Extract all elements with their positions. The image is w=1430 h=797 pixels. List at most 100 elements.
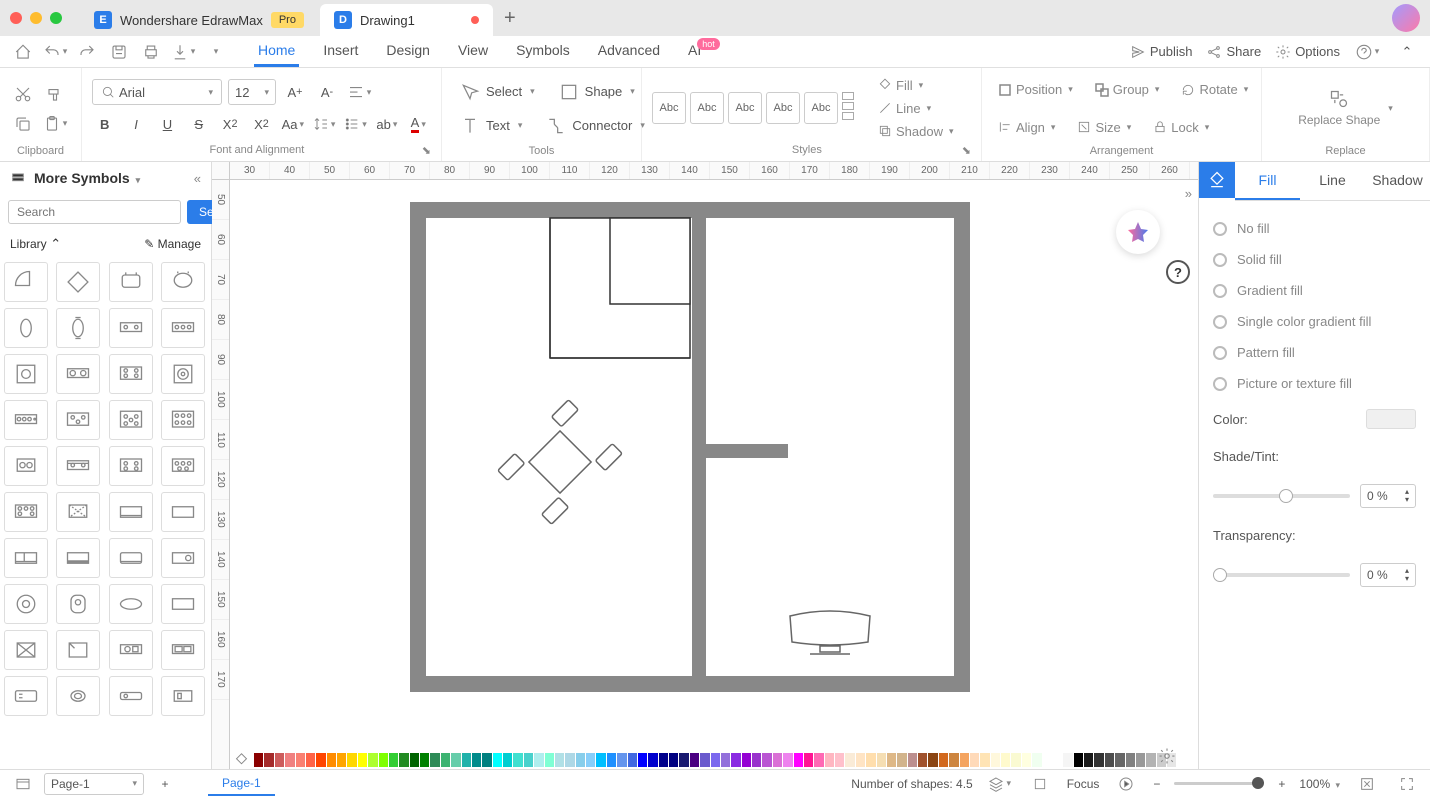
transparency-slider[interactable] (1213, 573, 1350, 577)
group-button[interactable]: Group▾ (1089, 80, 1166, 99)
color-chip[interactable] (358, 753, 367, 767)
align-button[interactable]: Align▾ (992, 118, 1061, 137)
color-chip[interactable] (949, 753, 958, 767)
canvas-help-icon[interactable]: ? (1166, 260, 1190, 284)
color-chip[interactable] (970, 753, 979, 767)
style-preset-5[interactable]: Abc (804, 92, 838, 124)
subscript-icon[interactable]: X2 (249, 111, 274, 137)
color-chip[interactable] (379, 753, 388, 767)
fill-option-picture[interactable]: Picture or texture fill (1213, 368, 1416, 399)
color-chip[interactable] (773, 753, 782, 767)
increase-font-icon[interactable]: A+ (282, 79, 308, 105)
symbol-item-2[interactable] (109, 262, 153, 302)
shape-tool[interactable]: Shape▾ (551, 78, 643, 106)
page-tab[interactable]: Page-1 (208, 772, 275, 796)
library-label[interactable]: Library ⌃ (10, 236, 144, 252)
symbol-item-28[interactable] (4, 584, 48, 624)
more-symbols-title[interactable]: More Symbols ▾ (34, 170, 186, 186)
font-color-icon[interactable]: A▾ (406, 111, 431, 137)
color-chip[interactable] (918, 753, 927, 767)
symbol-item-14[interactable] (109, 400, 153, 440)
color-chip[interactable] (638, 753, 647, 767)
gray-chip[interactable] (1084, 753, 1093, 767)
symbol-item-0[interactable] (4, 262, 48, 302)
color-chip[interactable] (254, 753, 263, 767)
color-chip[interactable] (1022, 753, 1031, 767)
symbol-item-25[interactable] (56, 538, 100, 578)
color-chip[interactable] (845, 753, 854, 767)
color-chip[interactable] (690, 753, 699, 767)
font-size-select[interactable]: 12▾ (228, 79, 276, 105)
paste-icon[interactable]: ▾ (42, 111, 68, 137)
color-chip[interactable] (524, 753, 533, 767)
symbol-item-35[interactable] (161, 630, 205, 670)
color-chip[interactable] (835, 753, 844, 767)
style-preset-1[interactable]: Abc (652, 92, 686, 124)
gray-chip[interactable] (1053, 753, 1062, 767)
focus-icon[interactable] (1027, 771, 1053, 797)
options-button[interactable]: Options (1275, 44, 1340, 60)
color-chip[interactable] (472, 753, 481, 767)
page-select[interactable]: Page-1▾ (44, 773, 144, 795)
zoom-out-icon[interactable]: − (1153, 777, 1160, 791)
color-chip[interactable] (555, 753, 564, 767)
color-chip[interactable] (576, 753, 585, 767)
position-button[interactable]: Position▾ (992, 80, 1079, 99)
color-chip[interactable] (347, 753, 356, 767)
tab-shadow[interactable]: Shadow (1365, 162, 1430, 200)
symbol-item-6[interactable] (109, 308, 153, 348)
color-chip[interactable] (991, 753, 1000, 767)
menu-home[interactable]: Home (254, 36, 299, 67)
decrease-font-icon[interactable]: A- (314, 79, 340, 105)
fill-option-pattern[interactable]: Pattern fill (1213, 337, 1416, 368)
color-chip[interactable] (679, 753, 688, 767)
canvas-settings-icon[interactable] (1156, 745, 1178, 767)
symbol-item-23[interactable] (161, 492, 205, 532)
publish-button[interactable]: Publish (1130, 44, 1193, 60)
gray-chip[interactable] (1105, 753, 1114, 767)
color-chip[interactable] (939, 753, 948, 767)
style-scroll-up[interactable] (842, 92, 854, 100)
shade-value[interactable]: 0 %▴▾ (1360, 484, 1416, 508)
tab-line[interactable]: Line (1300, 162, 1365, 200)
export-icon[interactable]: ▾ (170, 39, 196, 65)
text-transform-icon[interactable]: ab▾ (374, 111, 399, 137)
color-chip[interactable] (814, 753, 823, 767)
color-chip[interactable] (596, 753, 605, 767)
color-chip[interactable] (337, 753, 346, 767)
style-preset-3[interactable]: Abc (728, 92, 762, 124)
menu-insert[interactable]: Insert (319, 36, 362, 67)
color-chip[interactable] (462, 753, 471, 767)
color-chip[interactable] (482, 753, 491, 767)
symbol-item-4[interactable] (4, 308, 48, 348)
symbol-item-18[interactable] (109, 446, 153, 486)
tab-fill[interactable]: Fill (1235, 162, 1300, 200)
color-chip[interactable] (783, 753, 792, 767)
color-chip[interactable] (960, 753, 969, 767)
color-chip[interactable] (877, 753, 886, 767)
color-chip[interactable] (762, 753, 771, 767)
symbol-item-34[interactable] (109, 630, 153, 670)
color-chip[interactable] (669, 753, 678, 767)
superscript-icon[interactable]: X2 (217, 111, 242, 137)
shade-slider[interactable] (1213, 494, 1350, 498)
collapse-ribbon-icon[interactable]: ⌃ (1394, 39, 1420, 65)
floorplan-drawing[interactable] (410, 202, 970, 702)
zoom-slider[interactable] (1174, 782, 1264, 785)
symbol-item-13[interactable] (56, 400, 100, 440)
print-icon[interactable] (138, 39, 164, 65)
color-chip[interactable] (742, 753, 751, 767)
undo-icon[interactable]: ▾ (42, 39, 68, 65)
bold-icon[interactable]: B (92, 111, 117, 137)
gray-chip[interactable] (1136, 753, 1145, 767)
symbol-item-39[interactable] (161, 676, 205, 716)
symbol-item-26[interactable] (109, 538, 153, 578)
rotate-button[interactable]: Rotate▾ (1175, 80, 1254, 99)
menu-design[interactable]: Design (382, 36, 434, 67)
style-preset-4[interactable]: Abc (766, 92, 800, 124)
share-button[interactable]: Share (1206, 44, 1261, 60)
color-chip[interactable] (420, 753, 429, 767)
color-chip[interactable] (721, 753, 730, 767)
color-chip[interactable] (980, 753, 989, 767)
gray-chip[interactable] (1146, 753, 1155, 767)
